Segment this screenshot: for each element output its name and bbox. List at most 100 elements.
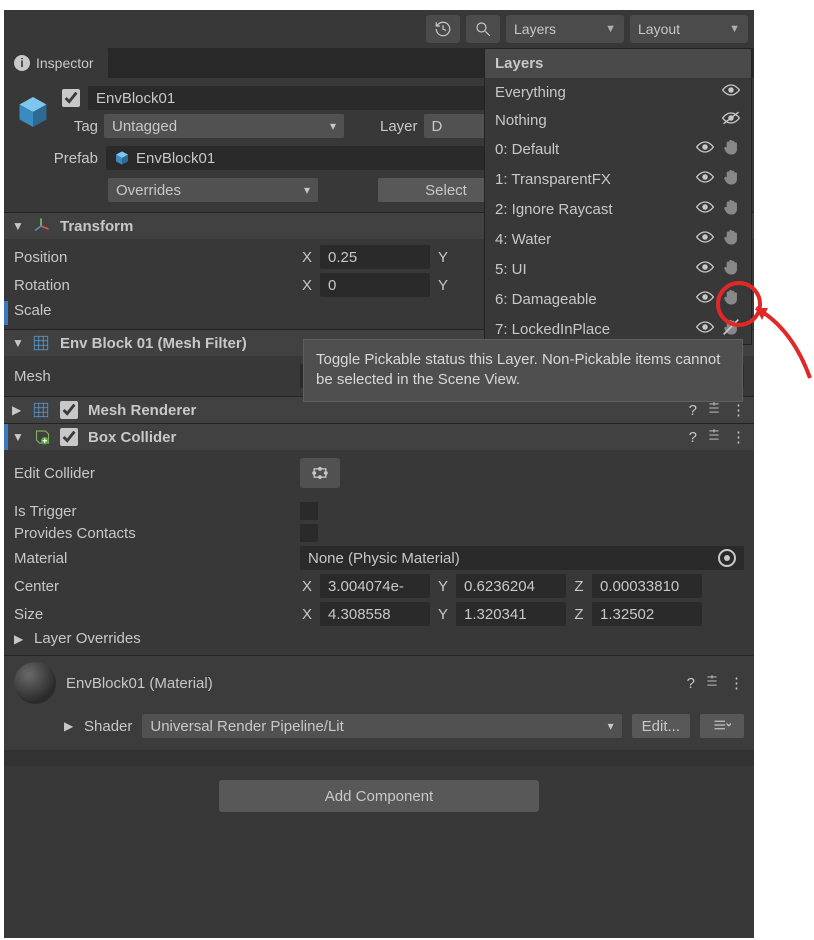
layer-row[interactable]: 1: TransparentFX [485,164,751,194]
material-preview-icon[interactable] [14,662,56,704]
search-icon-button[interactable] [466,15,500,43]
layout-dropdown[interactable]: Layout ▼ [630,15,748,43]
shader-edit-button[interactable]: Edit... [632,714,690,738]
physic-material-field[interactable]: None (Physic Material) [300,546,744,570]
foldout-open-icon: ▼ [12,430,22,444]
boxcollider-icon [32,428,50,446]
eye-open-icon[interactable] [695,199,715,219]
eye-open-icon[interactable] [695,229,715,249]
eye-open-icon[interactable] [695,259,715,279]
layer-row[interactable]: 5: UI [485,254,751,284]
eye-closed-icon[interactable] [721,110,741,130]
prefab-label: Prefab [14,150,98,167]
meshrenderer-enabled-checkbox[interactable] [60,401,78,419]
foldout-open-icon: ▼ [12,219,22,233]
provides-contacts-checkbox[interactable] [300,524,318,542]
foldout-closed-icon[interactable]: ▶ [64,719,74,733]
help-icon[interactable]: ? [687,675,695,692]
help-icon[interactable]: ? [689,402,697,419]
rotation-x-field[interactable] [320,273,430,297]
eye-open-icon[interactable] [721,82,741,102]
eye-open-icon[interactable] [695,289,715,309]
history-icon-button[interactable] [426,15,460,43]
object-picker-icon[interactable] [718,549,736,567]
axis-y-label: Y [436,277,450,294]
user-annotation-arrow [742,298,814,388]
is-trigger-checkbox[interactable] [300,502,318,520]
top-toolbar: Layers ▼ Layout ▼ [4,10,754,48]
shader-dropdown[interactable]: Universal Render Pipeline/Lit [142,714,621,738]
add-component-button[interactable]: Add Component [219,780,539,812]
layers-dropdown[interactable]: Layers ▼ [506,15,624,43]
eye-open-icon[interactable] [695,169,715,189]
help-icon[interactable]: ? [689,429,697,446]
layers-popup-title: Layers [485,49,751,78]
layer-row[interactable]: Everything [485,78,751,106]
tooltip-text: Toggle Pickable status this Layer. Non-P… [316,351,720,388]
center-y-field[interactable] [456,574,566,598]
boxcollider-header[interactable]: ▼ Box Collider ? ⋮ [4,423,754,450]
tooltip: Toggle Pickable status this Layer. Non-P… [303,339,743,402]
layer-row-label: 4: Water [495,231,695,248]
eye-open-icon[interactable] [695,139,715,159]
size-label: Size [14,606,294,623]
tag-dropdown[interactable]: Untagged [104,114,344,138]
eye-open-icon[interactable] [695,319,715,339]
chevron-down-icon: ▼ [605,23,616,35]
layer-row[interactable]: 0: Default [485,134,751,164]
layer-row[interactable]: 4: Water [485,224,751,254]
material-section: EnvBlock01 (Material) ? ⋮ ▶ Shader Unive… [4,655,754,750]
tab-label: Inspector [36,55,94,71]
context-menu-icon[interactable]: ⋮ [729,674,744,692]
scale-label: Scale [14,302,294,319]
layer-row-label: Everything [495,84,721,101]
layer-row-label: 2: Ignore Raycast [495,201,695,218]
position-label: Position [14,249,294,266]
center-z-field[interactable] [592,574,702,598]
edit-collider-button[interactable] [300,458,340,488]
pickable-icon[interactable] [721,198,741,220]
layer-row-label: 1: TransparentFX [495,171,695,188]
layout-dropdown-label: Layout [638,21,680,37]
layer-row-label: 0: Default [495,141,695,158]
layer-row-label: Nothing [495,112,721,129]
preset-icon[interactable] [707,428,721,446]
layers-popup: Layers Everything Nothing 0: Default 1: Tra… [484,48,752,345]
gameobject-cube-icon[interactable] [14,93,52,131]
foldout-closed-icon[interactable]: ▶ [14,632,24,646]
pickable-icon[interactable] [721,168,741,190]
position-x-field[interactable] [320,245,430,269]
layer-row[interactable]: 6: Damageable [485,284,751,314]
transform-icon [32,217,50,235]
size-y-field[interactable] [456,602,566,626]
tag-label: Tag [62,118,98,135]
boxcollider-enabled-checkbox[interactable] [60,428,78,446]
size-z-field[interactable] [592,602,702,626]
foldout-closed-icon: ▶ [12,403,22,417]
axis-x-label: X [300,249,314,266]
layer-row[interactable]: Nothing [485,106,751,134]
mesh-label: Mesh [14,368,294,385]
meshrenderer-title: Mesh Renderer [88,402,679,419]
context-menu-icon[interactable]: ⋮ [731,428,746,446]
shader-menu-button[interactable] [700,714,744,738]
pickable-icon[interactable] [721,258,741,280]
axis-y-label: Y [436,249,450,266]
overrides-dropdown[interactable]: Overrides [108,178,318,202]
inspector-tab[interactable]: i Inspector [4,48,108,78]
preset-icon[interactable] [707,401,721,419]
provides-contacts-label: Provides Contacts [14,525,294,542]
context-menu-icon[interactable]: ⋮ [731,401,746,419]
size-x-field[interactable] [320,602,430,626]
info-icon: i [14,55,30,71]
preset-icon[interactable] [705,674,719,692]
gameobject-enabled-checkbox[interactable] [62,89,80,107]
layer-row-label: 6: Damageable [495,291,695,308]
rotation-label: Rotation [14,277,294,294]
center-x-field[interactable] [320,574,430,598]
pickable-icon[interactable] [721,138,741,160]
layer-row-label: 7: LockedInPlace [495,321,695,338]
boxcollider-title: Box Collider [88,429,679,446]
pickable-icon[interactable] [721,228,741,250]
layer-row[interactable]: 2: Ignore Raycast [485,194,751,224]
